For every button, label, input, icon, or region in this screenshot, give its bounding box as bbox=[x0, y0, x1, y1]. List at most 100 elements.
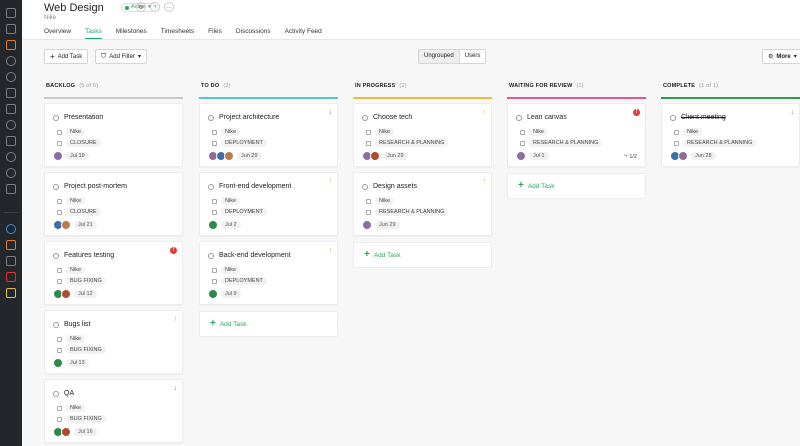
board-column-to-do: TO DO (3) Project architecture Nike DEPLOYME… bbox=[199, 75, 338, 337]
task-card[interactable]: Features testing Nike BUG FIXING Jul 12! bbox=[44, 241, 183, 305]
complete-checkbox-icon[interactable] bbox=[53, 115, 59, 121]
due-date[interactable]: Jul 16 bbox=[74, 428, 97, 436]
assignees[interactable] bbox=[53, 151, 63, 161]
settings-gear-icon[interactable]: ⚙ bbox=[136, 2, 146, 12]
due-date[interactable]: Jul 1 bbox=[529, 152, 549, 160]
tab-milestones[interactable]: Milestones bbox=[116, 28, 147, 39]
user-icon[interactable] bbox=[6, 72, 16, 82]
complete-checkbox-icon[interactable] bbox=[516, 115, 522, 121]
document-icon[interactable] bbox=[6, 136, 16, 146]
mail-icon[interactable] bbox=[6, 240, 16, 250]
due-date[interactable]: Jul 21 bbox=[74, 221, 97, 229]
tab-activity-feed[interactable]: Activity Feed bbox=[285, 28, 322, 39]
refresh-icon[interactable] bbox=[6, 120, 16, 130]
task-title[interactable]: Choose tech bbox=[373, 114, 412, 121]
ungrouped-option[interactable]: Ungrouped bbox=[419, 50, 459, 63]
assignees[interactable] bbox=[53, 358, 63, 368]
task-card[interactable]: Client meeting Nike RESEARCH & PLANNING Jun… bbox=[661, 103, 800, 167]
task-title[interactable]: Bugs list bbox=[64, 321, 90, 328]
complete-checkbox-icon[interactable] bbox=[362, 115, 368, 121]
tab-discussions[interactable]: Discussions bbox=[236, 28, 271, 39]
assignees[interactable] bbox=[53, 220, 71, 230]
subtask-count[interactable]: ⤷ 1/2 bbox=[624, 153, 637, 160]
due-date[interactable]: Jul 9 bbox=[221, 290, 241, 298]
task-card[interactable]: Project post-mortem Nike CLOSURE Jul 21 bbox=[44, 172, 183, 236]
more-button[interactable]: ⚙ More ▾ bbox=[762, 49, 800, 64]
due-date[interactable]: Jul 12 bbox=[74, 290, 97, 298]
assignees[interactable] bbox=[53, 289, 71, 299]
assignees[interactable] bbox=[208, 289, 218, 299]
complete-checkbox-icon[interactable] bbox=[362, 184, 368, 190]
more-options-icon[interactable]: … bbox=[164, 2, 174, 12]
task-title[interactable]: Front-end development bbox=[219, 183, 291, 190]
assignees[interactable] bbox=[208, 151, 234, 161]
users-option[interactable]: Users bbox=[460, 50, 486, 63]
complete-checkbox-icon[interactable] bbox=[208, 184, 214, 190]
complete-checkbox-icon[interactable] bbox=[53, 391, 59, 397]
dollar-icon[interactable] bbox=[6, 56, 16, 66]
tab-overview[interactable]: Overview bbox=[44, 28, 71, 39]
task-card[interactable]: Project architecture Nike DEPLOYMENT Jun 29… bbox=[199, 103, 338, 167]
task-title[interactable]: Client meeting bbox=[681, 114, 726, 121]
task-card[interactable]: Presentation Nike CLOSURE Jul 19 bbox=[44, 103, 183, 167]
chat-icon[interactable] bbox=[6, 88, 16, 98]
task-card[interactable]: Design assets Nike RESEARCH & PLANNING Jun … bbox=[353, 172, 492, 236]
task-title[interactable]: Project post-mortem bbox=[64, 183, 127, 190]
chart-icon[interactable] bbox=[6, 152, 16, 162]
complete-checkbox-icon[interactable] bbox=[208, 115, 214, 121]
inbox-icon[interactable] bbox=[6, 24, 16, 34]
add-filter-button[interactable]: ⛉ Add Filter ▾ bbox=[95, 49, 147, 64]
assignees[interactable] bbox=[362, 220, 372, 230]
task-card[interactable]: QA Nike BUG FIXING Jul 16 ↓ bbox=[44, 379, 183, 443]
task-title[interactable]: Design assets bbox=[373, 183, 417, 190]
assignees[interactable] bbox=[670, 151, 688, 161]
task-card[interactable]: Front-end development Nike DEPLOYMENT Jul 2… bbox=[199, 172, 338, 236]
terminal-icon[interactable] bbox=[6, 288, 16, 298]
assignees[interactable] bbox=[53, 427, 71, 437]
task-card[interactable]: Bugs list Nike BUG FIXING Jul 13 ↑ bbox=[44, 310, 183, 374]
list-icon[interactable] bbox=[6, 184, 16, 194]
assignees[interactable] bbox=[208, 220, 218, 230]
task-title[interactable]: Project architecture bbox=[219, 114, 279, 121]
task-title[interactable]: Lean canvas bbox=[527, 114, 567, 121]
tab-timesheets[interactable]: Timesheets bbox=[161, 28, 194, 39]
assignees[interactable] bbox=[516, 151, 526, 161]
complete-checkbox-icon[interactable] bbox=[53, 184, 59, 190]
column-add-task-button[interactable]: + Add Task bbox=[507, 173, 646, 199]
add-task-button[interactable]: + Add Task bbox=[44, 49, 89, 64]
due-date[interactable]: Jun 29 bbox=[375, 221, 400, 229]
help-icon[interactable] bbox=[6, 224, 16, 234]
folder-icon[interactable] bbox=[6, 40, 16, 50]
due-date[interactable]: Jul 19 bbox=[66, 152, 89, 160]
task-card[interactable]: Back-end development Nike DEPLOYMENT Jul 9 ↑ bbox=[199, 241, 338, 305]
column-add-task-button[interactable]: + Add Task bbox=[199, 311, 338, 337]
complete-checkbox-icon[interactable] bbox=[670, 115, 676, 121]
task-card[interactable]: Lean canvas Nike RESEARCH & PLANNING Jul 1!… bbox=[507, 103, 646, 167]
add-task-label: Add Task bbox=[219, 320, 247, 328]
tab-tasks[interactable]: Tasks bbox=[85, 28, 102, 39]
grid-icon[interactable] bbox=[6, 104, 16, 114]
bell-icon[interactable]: ◔ bbox=[150, 2, 160, 12]
complete-checkbox-icon[interactable] bbox=[53, 322, 59, 328]
due-date[interactable]: Jun 29 bbox=[383, 152, 408, 160]
due-date[interactable]: Jul 13 bbox=[66, 359, 89, 367]
due-date[interactable]: Jun 28 bbox=[691, 152, 716, 160]
complete-checkbox-icon[interactable] bbox=[53, 253, 59, 259]
task-card[interactable]: Choose tech Nike RESEARCH & PLANNING Jun 29… bbox=[353, 103, 492, 167]
money-icon[interactable] bbox=[6, 272, 16, 282]
clock-icon[interactable] bbox=[6, 168, 16, 178]
task-title[interactable]: Presentation bbox=[64, 114, 103, 121]
task-title[interactable]: Back-end development bbox=[219, 252, 291, 259]
due-date[interactable]: Jul 2 bbox=[221, 221, 241, 229]
task-title[interactable]: QA bbox=[64, 390, 74, 397]
tab-files[interactable]: Files bbox=[208, 28, 222, 39]
task-title[interactable]: Features testing bbox=[64, 252, 114, 259]
column-add-task-button[interactable]: + Add Task bbox=[353, 242, 492, 268]
flag-icon[interactable] bbox=[6, 256, 16, 266]
home-icon[interactable] bbox=[6, 8, 16, 18]
stage-tag: BUG FIXING bbox=[66, 346, 106, 354]
complete-checkbox-icon[interactable] bbox=[208, 253, 214, 259]
priority-high-arrow-icon: ↑ bbox=[328, 247, 333, 254]
assignees[interactable] bbox=[362, 151, 380, 161]
due-date[interactable]: Jun 29 bbox=[237, 152, 262, 160]
